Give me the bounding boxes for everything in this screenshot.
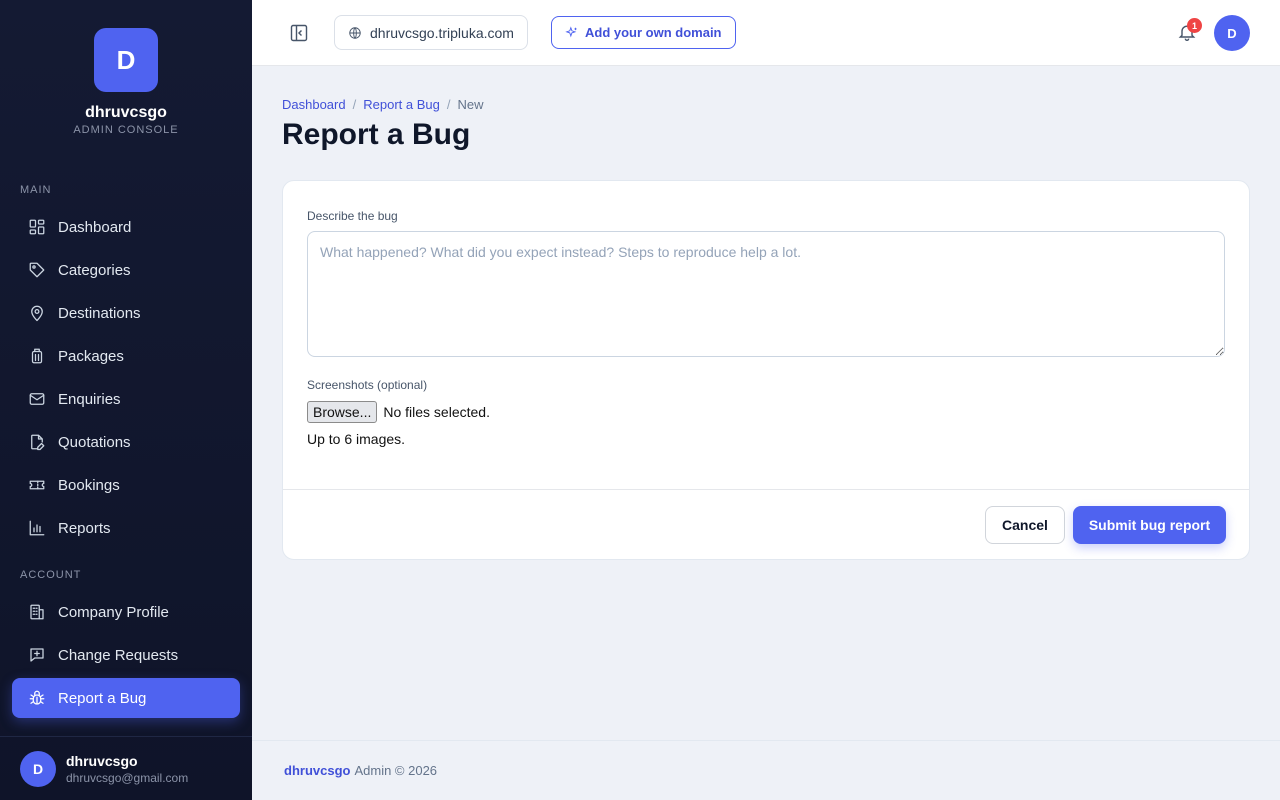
- page-title: Report a Bug: [282, 118, 471, 151]
- sidebar-user[interactable]: D dhruvcsgo dhruvcsgo@gmail.com: [0, 736, 252, 800]
- sidebar-item-destinations[interactable]: Destinations: [12, 293, 240, 333]
- tag-icon: [28, 261, 46, 279]
- sidebar-item-categories[interactable]: Categories: [12, 250, 240, 290]
- sidebar-item-bookings[interactable]: Bookings: [12, 465, 240, 505]
- describe-label: Describe the bug: [307, 209, 398, 223]
- submit-bug-report-button[interactable]: Submit bug report: [1073, 506, 1226, 544]
- add-domain-button[interactable]: Add your own domain: [551, 16, 736, 49]
- domain-text: dhruvcsgo.tripluka.com: [370, 24, 514, 41]
- ticket-icon: [28, 476, 46, 494]
- breadcrumb-current: New: [457, 97, 484, 112]
- footer: dhruvcsgo Admin © 2026: [252, 740, 1280, 800]
- sidebar-item-packages[interactable]: Packages: [12, 336, 240, 376]
- brand-name: dhruvcsgo: [85, 104, 167, 121]
- sidebar-item-label: Reports: [58, 519, 111, 537]
- sidebar-item-label: Quotations: [58, 433, 131, 451]
- sidebar-item-report-a-bug[interactable]: Report a Bug: [12, 678, 240, 718]
- bug-report-card: Describe the bug Screenshots (optional) …: [282, 180, 1250, 560]
- sidebar-item-label: Enquiries: [58, 390, 121, 408]
- breadcrumb-report-a-bug[interactable]: Report a Bug: [363, 97, 440, 112]
- user-avatar-button[interactable]: D: [1214, 15, 1250, 51]
- breadcrumb-separator: /: [446, 97, 451, 112]
- footer-brand[interactable]: dhruvcsgo: [284, 763, 350, 778]
- breadcrumb: Dashboard / Report a Bug / New: [282, 97, 483, 112]
- brand-subtitle: ADMIN CONSOLE: [73, 124, 179, 136]
- sidebar-item-label: Destinations: [58, 304, 141, 322]
- file-edit-icon: [28, 433, 46, 451]
- sidebar-item-label: Dashboard: [58, 218, 132, 236]
- sidebar-item-label: Packages: [58, 347, 124, 365]
- screenshots-label: Screenshots (optional): [307, 378, 428, 392]
- panel-left-icon: [290, 24, 308, 42]
- sidebar-item-label: Report a Bug: [58, 689, 147, 707]
- grid-icon: [28, 218, 46, 236]
- breadcrumb-dashboard[interactable]: Dashboard: [282, 97, 346, 112]
- mail-icon: [28, 390, 46, 408]
- user-email: dhruvcsgo@gmail.com: [66, 770, 189, 785]
- sidebar-item-label: Change Requests: [58, 646, 179, 664]
- footer-text: Admin © 2026: [354, 763, 438, 778]
- bug-description-input[interactable]: [307, 231, 1225, 357]
- bar-chart-icon: [28, 519, 46, 537]
- sidebar-item-enquiries[interactable]: Enquiries: [12, 379, 240, 419]
- add-domain-label: Add your own domain: [585, 25, 722, 40]
- luggage-icon: [28, 347, 46, 365]
- message-plus-icon: [28, 646, 46, 664]
- sidebar-toggle-button[interactable]: [288, 22, 310, 44]
- sidebar-item-label: Bookings: [58, 476, 120, 494]
- file-status: No files selected.: [383, 404, 490, 420]
- section-label-main: MAIN: [20, 184, 52, 196]
- user-name: dhruvcsgo: [66, 752, 138, 769]
- notification-badge: 1: [1187, 18, 1202, 33]
- brand: D dhruvcsgo ADMIN CONSOLE: [0, 28, 252, 136]
- file-hint: Up to 6 images.: [307, 431, 406, 447]
- bug-icon: [28, 689, 46, 707]
- cancel-button[interactable]: Cancel: [985, 506, 1065, 544]
- domain-link[interactable]: dhruvcsgo.tripluka.com: [334, 15, 528, 50]
- section-label-account: ACCOUNT: [20, 569, 82, 581]
- browse-button[interactable]: Browse...: [307, 401, 378, 423]
- notifications-button[interactable]: 1: [1177, 18, 1202, 44]
- sidebar-item-label: Company Profile: [58, 603, 169, 621]
- sidebar-item-dashboard[interactable]: Dashboard: [12, 207, 240, 247]
- sidebar-item-reports[interactable]: Reports: [12, 508, 240, 548]
- sidebar-item-label: Categories: [58, 261, 131, 279]
- sparkles-icon: [565, 25, 577, 37]
- building-icon: [28, 603, 46, 621]
- sidebar-item-company-profile[interactable]: Company Profile: [12, 592, 240, 632]
- breadcrumb-separator: /: [352, 97, 357, 112]
- sidebar-item-quotations[interactable]: Quotations: [12, 422, 240, 462]
- sidebar-item-change-requests[interactable]: Change Requests: [12, 635, 240, 675]
- brand-logo: D: [94, 28, 158, 92]
- sidebar: D dhruvcsgo ADMIN CONSOLE MAIN Dashboard…: [0, 0, 252, 800]
- topbar: dhruvcsgo.tripluka.com Add your own doma…: [252, 0, 1280, 66]
- avatar: D: [20, 750, 56, 787]
- file-input: Browse... No files selected.: [307, 401, 490, 423]
- globe-icon: [349, 26, 361, 39]
- divider: [283, 489, 1249, 490]
- map-pin-icon: [28, 304, 46, 322]
